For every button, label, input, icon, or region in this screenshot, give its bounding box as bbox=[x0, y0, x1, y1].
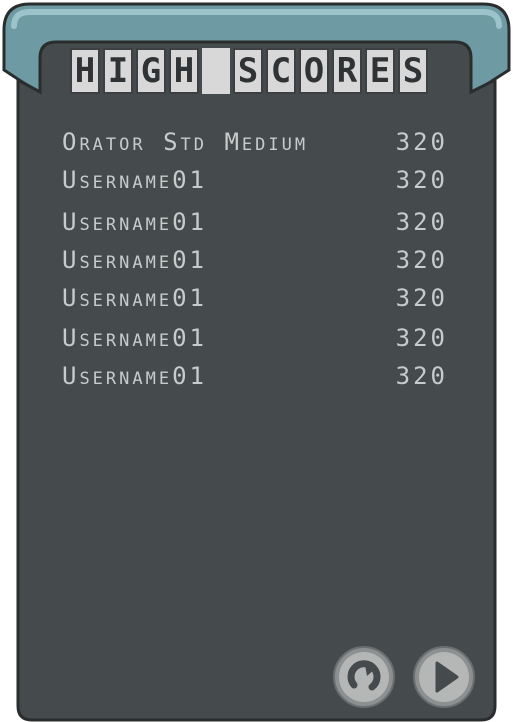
title-letter-tile: E bbox=[365, 48, 395, 94]
score-row: Username01 320 bbox=[62, 324, 448, 362]
player-score: 320 bbox=[395, 246, 448, 274]
score-row: Username01 320 bbox=[62, 208, 448, 246]
score-row: Username01 320 bbox=[62, 166, 448, 208]
player-score: 320 bbox=[395, 128, 448, 156]
title-letter-tile: R bbox=[332, 48, 362, 94]
player-score: 320 bbox=[395, 324, 448, 352]
title-letter-tile: S bbox=[398, 48, 428, 94]
score-row: Username01 320 bbox=[62, 362, 448, 400]
player-score: 320 bbox=[395, 362, 448, 390]
player-name: Username01 bbox=[62, 208, 207, 236]
player-name: Username01 bbox=[62, 246, 207, 274]
title-letter-tile: H bbox=[70, 48, 100, 94]
title-letter-tile: C bbox=[266, 48, 296, 94]
player-name: Username01 bbox=[62, 166, 207, 194]
player-name: Username01 bbox=[62, 324, 207, 352]
title-space-tile bbox=[202, 48, 230, 94]
score-row: Username01 320 bbox=[62, 246, 448, 284]
title-letter-tile: S bbox=[233, 48, 263, 94]
replay-icon bbox=[333, 646, 395, 708]
scores-list: Orator Std Medium 320 Username01 320 Use… bbox=[62, 128, 448, 400]
player-name: Username01 bbox=[62, 284, 207, 312]
player-score: 320 bbox=[395, 166, 448, 194]
score-row: Username01 320 bbox=[62, 284, 448, 324]
title-letter-tile: H bbox=[169, 48, 199, 94]
score-row: Orator Std Medium 320 bbox=[62, 128, 448, 166]
replay-button[interactable] bbox=[332, 645, 396, 709]
play-icon bbox=[413, 646, 475, 708]
player-score: 320 bbox=[395, 208, 448, 236]
player-name: Orator Std Medium bbox=[62, 128, 309, 156]
play-button[interactable] bbox=[412, 645, 476, 709]
title-letter-tile: O bbox=[299, 48, 329, 94]
high-scores-title: HIGHSCORES bbox=[70, 46, 442, 96]
title-letter-tile: G bbox=[136, 48, 166, 94]
player-score: 320 bbox=[395, 284, 448, 312]
player-name: Username01 bbox=[62, 362, 207, 390]
title-letter-tile: I bbox=[103, 48, 133, 94]
